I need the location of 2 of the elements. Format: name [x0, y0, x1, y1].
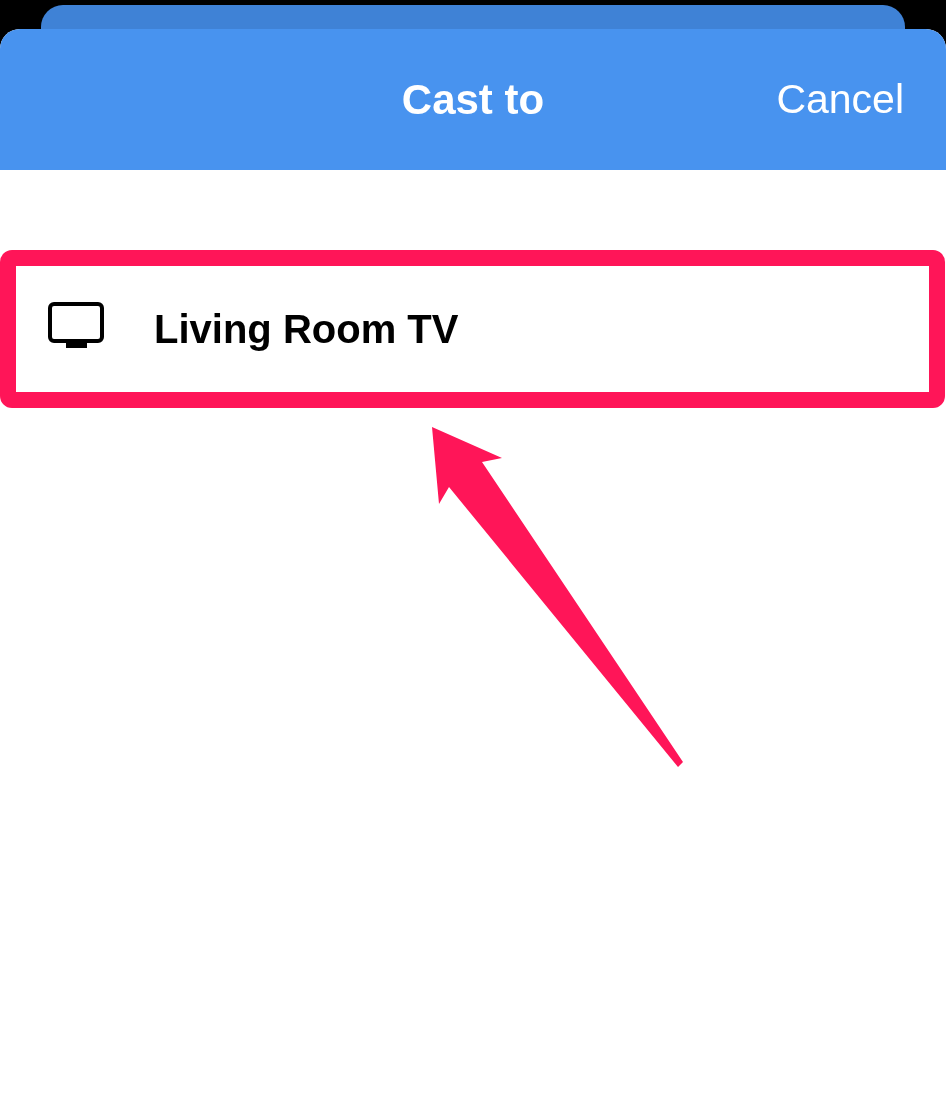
tv-icon — [48, 302, 104, 348]
sheet-title: Cast to — [401, 75, 545, 124]
